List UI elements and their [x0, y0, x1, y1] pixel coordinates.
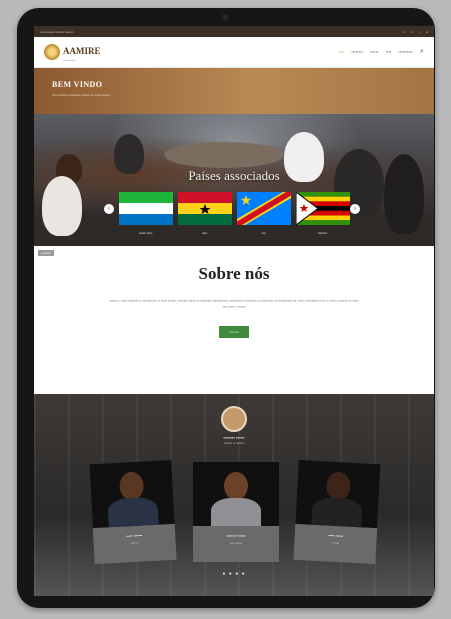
social-icon[interactable]: ▪▪	[411, 30, 413, 34]
contact-info: ▪ ▪▪▪▪▪▪▪▪▪▪▪▪ ▪▪▪▪▪▪▪▪ ▪▪▪▪▪▪▪▪	[40, 30, 79, 34]
nav-item-members[interactable]: ▪▪▪▪▪▪	[370, 50, 379, 54]
search-icon[interactable]: ⌕	[420, 48, 424, 56]
top-info-bar: ▪ ▪▪▪▪▪▪▪▪▪▪▪▪ ▪▪▪▪▪▪▪▪ ▪▪▪▪▪▪▪▪ ▪▪ ▪▪ ▪…	[34, 26, 434, 37]
member-role: ▪▪▪▪ ▪▪▪▪▪▪▪	[229, 541, 243, 545]
flag-zimbabwe[interactable]	[295, 192, 350, 225]
logo-emblem-icon	[44, 44, 60, 60]
flag-captions: ▪▪▪▪▪▪▪ ▪▪▪▪▪ ▪▪▪▪▪ ▪▪▪▪ ▪▪▪▪▪▪▪▪▪	[34, 231, 434, 235]
logo-subtext: ▪▪▪▪▪▪▪▪▪▪▪▪▪▪	[63, 59, 76, 62]
about-section: ▪▪▪▪▪▪▪▪▪ Sobre nós ▪▪▪▪▪▪▪ ▪ ▪▪▪▪ ▪▪▪▪▪…	[34, 246, 434, 394]
about-text: ▪▪▪▪▪▪▪ ▪ ▪▪▪▪ ▪▪▪▪▪▪▪▪▪ ▪▪ ▪▪▪▪▪▪▪▪▪▪▪ …	[109, 299, 359, 309]
main-nav: ▪▪▪▪ ▪▪▪▪▪▪▪▪ ▪▪▪▪▪▪ ▪▪▪▪ ▪▪▪▪▪▪▪▪▪▪ ⌕	[332, 48, 424, 56]
carousel-dots[interactable]: ● ● ● ●	[34, 571, 434, 577]
team-section: ▪▪▪▪▪▪▪▪ ▪▪▪▪▪▪ ▪▪▪▪▪▪▪▪ ▪▪ ▪▪▪▪▪▪▪▪ ▪▪▪…	[34, 394, 434, 596]
leader-name: ▪▪▪▪▪▪▪▪ ▪▪▪▪▪▪	[223, 435, 245, 440]
team-card[interactable]: ▪▪▪▪▪ ▪▪▪▪▪▪▪ ▪▪▪▪▪▪▪	[89, 459, 177, 565]
nav-item-contact[interactable]: ▪▪▪▪▪▪▪▪▪▪	[398, 50, 412, 54]
member-photo	[295, 459, 381, 529]
social-icon[interactable]: ●	[426, 30, 428, 34]
logo[interactable]: AAMIRE ▪▪▪▪▪▪▪▪▪▪▪▪▪▪	[44, 41, 101, 63]
flag-caption: ▪▪▪▪	[261, 231, 266, 235]
leader-role: ▪▪▪▪▪▪▪▪ ▪▪ ▪▪▪▪▪▪▪▪	[223, 441, 245, 445]
about-title: Sobre nós	[198, 264, 270, 283]
social-icon[interactable]: ▪	[419, 30, 420, 34]
welcome-subtitle: ▪▪▪▪▪ ▪▪▪▪▪▪▪▪ ▪▪▪▪▪▪▪▪▪▪▪▪ ▪▪▪▪▪▪▪▪ ▪▪▪…	[52, 93, 111, 97]
member-photo	[193, 462, 279, 526]
flag-caption: ▪▪▪▪▪▪▪ ▪▪▪▪▪	[138, 231, 153, 235]
camera-icon	[222, 14, 228, 20]
section-tag: ▪▪▪▪▪▪▪▪▪	[38, 250, 54, 256]
social-links[interactable]: ▪▪ ▪▪ ▪ ●	[398, 30, 428, 34]
nav-item-home[interactable]: ▪▪▪▪	[339, 50, 345, 54]
flags-carousel	[34, 192, 434, 225]
countries-section: Países associados ‹ › ▪▪▪▪▪▪▪ ▪▪▪▪▪ ▪▪▪▪…	[34, 114, 434, 246]
site-header: AAMIRE ▪▪▪▪▪▪▪▪▪▪▪▪▪▪ ▪▪▪▪ ▪▪▪▪▪▪▪▪ ▪▪▪▪…	[34, 37, 434, 68]
welcome-banner: BEM VINDO ▪▪▪▪▪ ▪▪▪▪▪▪▪▪ ▪▪▪▪▪▪▪▪▪▪▪▪ ▪▪…	[34, 68, 434, 114]
about-read-more-button[interactable]: ▪▪▪▪ ▪▪▪▪	[219, 326, 249, 338]
social-icon[interactable]: ▪▪	[403, 30, 405, 34]
member-name: ▪▪▪▪▪▪▪▪ ▪▪▪▪▪▪▪	[226, 534, 246, 538]
leader-avatar	[221, 406, 247, 432]
flag-sierra-leone[interactable]	[118, 192, 173, 225]
member-role: ▪▪▪▪▪▪▪	[331, 540, 340, 546]
flag-caption: ▪▪▪▪▪	[201, 231, 208, 235]
website-screen: ▪ ▪▪▪▪▪▪▪▪▪▪▪▪ ▪▪▪▪▪▪▪▪ ▪▪▪▪▪▪▪▪ ▪▪ ▪▪ ▪…	[34, 26, 434, 596]
contact-text: ▪ ▪▪▪▪▪▪▪▪▪▪▪▪ ▪▪▪▪▪▪▪▪ ▪▪▪▪▪▪▪▪	[40, 29, 74, 34]
nav-item-about[interactable]: ▪▪▪▪▪▪▪▪	[352, 50, 364, 54]
meeting-table	[164, 142, 284, 168]
welcome-title: BEM VINDO	[52, 80, 103, 89]
logo-text: AAMIRE	[63, 46, 101, 56]
team-card[interactable]: ▪▪▪▪▪▪▪▪ ▪▪▪▪▪▪▪ ▪▪▪▪ ▪▪▪▪▪▪▪	[193, 462, 279, 562]
nav-item-blog[interactable]: ▪▪▪▪	[386, 50, 392, 54]
member-photo	[89, 459, 175, 529]
flag-caption: ▪▪▪▪▪▪▪▪▪	[317, 231, 328, 235]
member-role: ▪▪▪▪▪▪▪	[130, 540, 139, 546]
countries-title: Países associados	[188, 168, 280, 183]
team-card[interactable]: ▪▪▪▪▪ ▪▪▪▪▪▪ ▪▪▪▪▪▪▪	[293, 459, 381, 565]
flag-ghana[interactable]	[177, 192, 232, 225]
flag-dr-congo[interactable]	[236, 192, 291, 225]
